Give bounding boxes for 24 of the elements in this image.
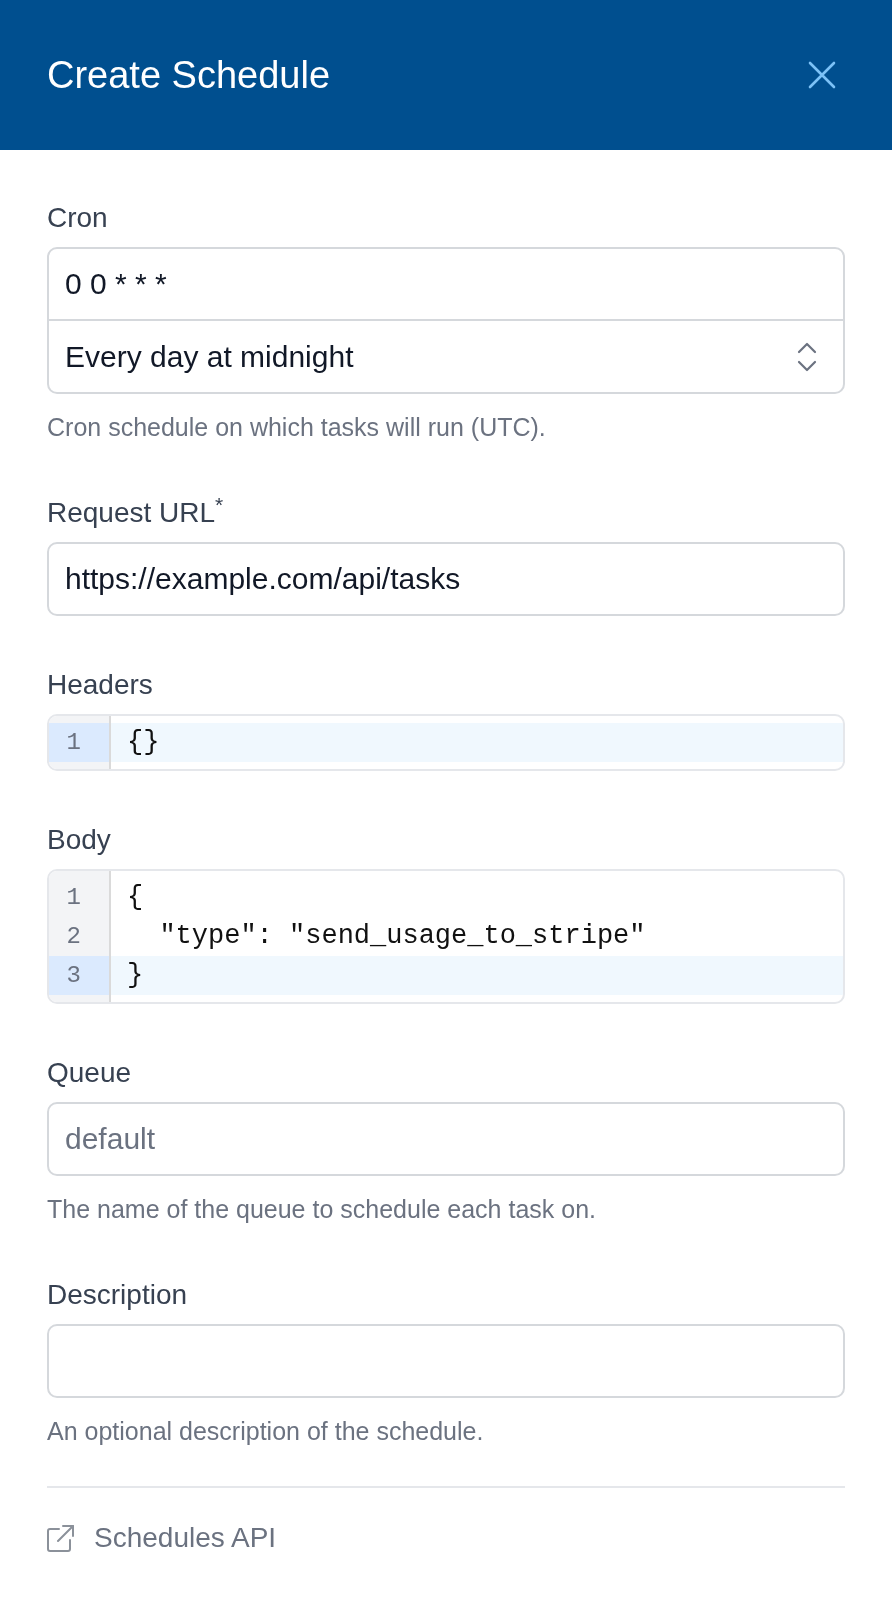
line-number: 1 xyxy=(49,723,109,762)
field-label: Body xyxy=(47,823,111,857)
dialog-title: Create Schedule xyxy=(47,53,331,98)
help-text: An optional description of the schedule. xyxy=(47,1416,484,1447)
text-input[interactable]: default xyxy=(47,1102,845,1176)
help-text: The name of the queue to schedule each task on. xyxy=(47,1194,596,1225)
cron-input[interactable]: 0 0 * * * xyxy=(47,247,845,321)
field-label: Request URL$^{*}$ xyxy=(47,495,224,530)
close-icon xyxy=(808,61,836,89)
field-label: Headers xyxy=(47,668,153,702)
field-label: Description xyxy=(47,1278,188,1312)
help-text: Cron schedule on which tasks will run (UTC). xyxy=(47,412,546,443)
close-button[interactable] xyxy=(806,59,838,91)
line-number: 3 xyxy=(49,956,109,995)
field-label: Queue xyxy=(47,1056,132,1090)
text-input[interactable]: https://example.com/api/tasks xyxy=(47,542,845,616)
schedule-select[interactable]: Every day at midnight xyxy=(47,321,845,394)
code-editor[interactable]: 1 2 3 { "type": "send_usage_to_stripe" } xyxy=(47,869,845,1004)
code-editor[interactable]: 1 {} xyxy=(47,714,845,771)
text-input[interactable] xyxy=(47,1324,845,1398)
field-label: Cron xyxy=(47,201,108,235)
external-link-icon xyxy=(47,1524,74,1552)
schedules-api-link[interactable]: Schedules API xyxy=(47,1520,277,1556)
chevron-up-down-icon xyxy=(797,341,817,372)
